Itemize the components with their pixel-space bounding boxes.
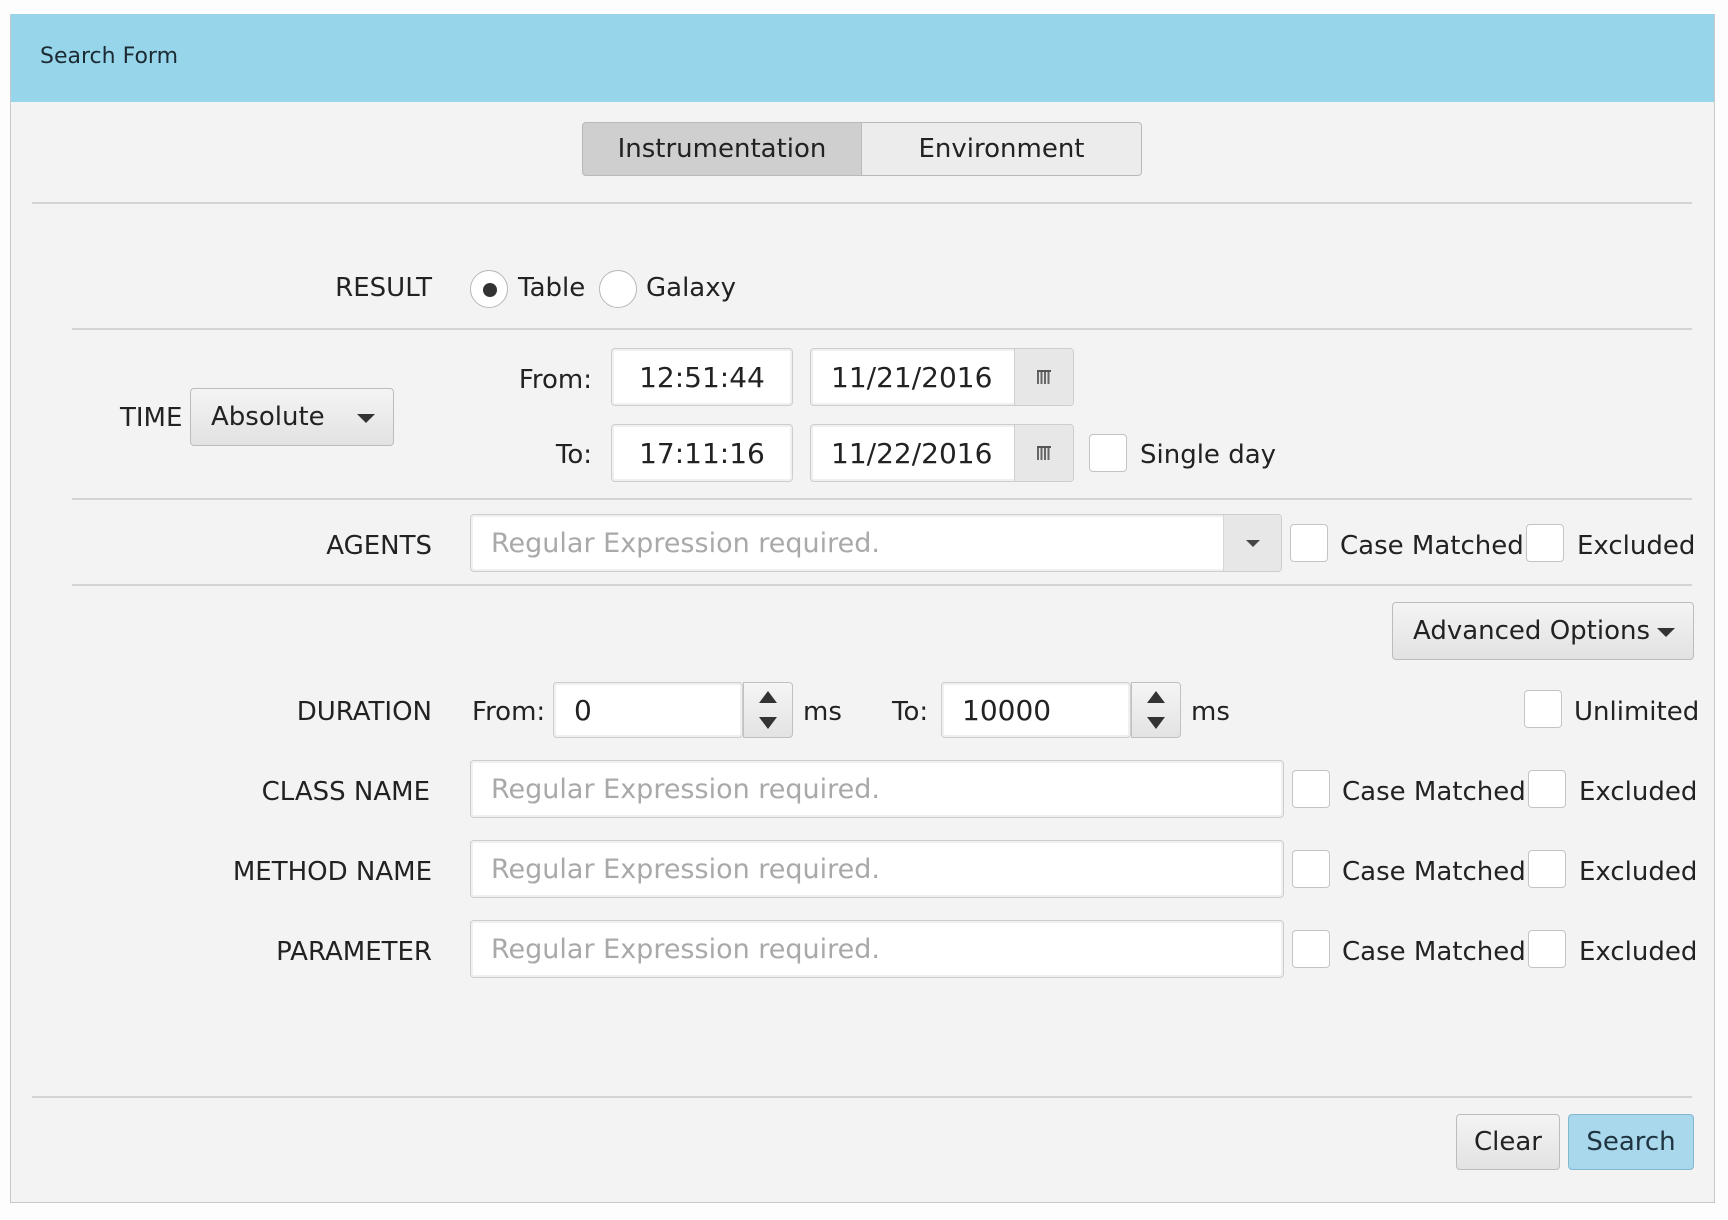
parameter-input[interactable]: Regular Expression required.	[470, 920, 1284, 978]
class-name-case-matched-checkbox[interactable]	[1292, 770, 1330, 808]
arrow-up-icon[interactable]	[1147, 691, 1165, 703]
calendar-button[interactable]	[1014, 349, 1073, 405]
agents-case-matched-checkbox[interactable]	[1290, 524, 1328, 562]
method-name-excluded-label: Excluded	[1579, 857, 1698, 887]
time-to-label: To:	[555, 440, 592, 470]
method-name-excluded-checkbox[interactable]	[1528, 850, 1566, 888]
radio-selected-dot	[483, 283, 497, 297]
advanced-options-label: Advanced Options	[1413, 616, 1651, 646]
class-name-excluded-label: Excluded	[1579, 777, 1698, 807]
radio-galaxy-label: Galaxy	[646, 273, 737, 303]
result-label: RESULT	[335, 273, 432, 303]
to-date-picker[interactable]: 11/22/2016	[810, 424, 1074, 482]
title-bar	[11, 14, 1714, 102]
parameter-excluded-label: Excluded	[1579, 937, 1698, 967]
parameter-excluded-checkbox[interactable]	[1528, 930, 1566, 968]
duration-to-unit: ms	[1191, 697, 1230, 727]
tab-instrumentation[interactable]: Instrumentation	[582, 122, 862, 176]
class-name-case-matched-label: Case Matched	[1342, 777, 1526, 807]
unlimited-checkbox[interactable]	[1524, 690, 1562, 728]
tabs-divider	[32, 202, 1692, 204]
chevron-down-icon	[1246, 540, 1260, 547]
single-day-label: Single day	[1140, 440, 1277, 470]
agents-placeholder: Regular Expression required.	[491, 527, 880, 559]
duration-to-label: To:	[892, 697, 929, 727]
calendar-icon	[1037, 446, 1051, 460]
chevron-down-icon	[1657, 628, 1675, 637]
advanced-options-button[interactable]: Advanced Options	[1392, 602, 1694, 660]
duration-from-unit: ms	[803, 697, 842, 727]
radio-galaxy[interactable]	[599, 270, 637, 308]
duration-to-input[interactable]: 10000	[941, 682, 1131, 738]
calendar-button[interactable]	[1014, 425, 1073, 481]
method-name-input[interactable]: Regular Expression required.	[470, 840, 1284, 898]
class-name-excluded-checkbox[interactable]	[1528, 770, 1566, 808]
parameter-label: PARAMETER	[276, 937, 432, 967]
duration-from-stepper[interactable]	[743, 682, 793, 738]
footer-divider	[32, 1096, 1692, 1098]
chevron-down-icon	[357, 414, 375, 423]
search-button[interactable]: Search	[1568, 1114, 1694, 1170]
from-time-input[interactable]: 12:51:44	[611, 348, 793, 406]
duration-label: DURATION	[296, 697, 432, 727]
method-name-case-matched-label: Case Matched	[1342, 857, 1526, 887]
from-date-value: 11/21/2016	[831, 360, 993, 394]
parameter-case-matched-label: Case Matched	[1342, 937, 1526, 967]
time-label: TIME	[120, 403, 183, 433]
divider	[72, 328, 1692, 330]
class-name-label: CLASS NAME	[261, 777, 430, 807]
arrow-down-icon[interactable]	[1147, 717, 1165, 729]
duration-from-label: From:	[472, 697, 546, 727]
calendar-icon	[1037, 370, 1051, 384]
agents-combobox[interactable]: Regular Expression required.	[470, 514, 1282, 572]
class-name-input[interactable]: Regular Expression required.	[470, 760, 1284, 818]
arrow-up-icon[interactable]	[759, 691, 777, 703]
time-from-label: From:	[518, 365, 592, 395]
single-day-checkbox[interactable]	[1089, 434, 1127, 472]
unlimited-label: Unlimited	[1574, 697, 1700, 727]
divider	[72, 584, 1692, 586]
to-date-value: 11/22/2016	[831, 436, 993, 470]
clear-button[interactable]: Clear	[1456, 1114, 1560, 1170]
radio-table[interactable]	[470, 270, 508, 308]
arrow-down-icon[interactable]	[759, 717, 777, 729]
duration-to-stepper[interactable]	[1131, 682, 1181, 738]
time-mode-dropdown[interactable]: Absolute	[190, 388, 394, 446]
agents-label: AGENTS	[326, 531, 432, 561]
to-time-input[interactable]: 17:11:16	[611, 424, 793, 482]
agents-excluded-label: Excluded	[1577, 531, 1696, 561]
parameter-case-matched-checkbox[interactable]	[1292, 930, 1330, 968]
method-name-label: METHOD NAME	[232, 857, 432, 887]
divider	[72, 498, 1692, 500]
window-title: Search Form	[40, 44, 178, 69]
time-mode-value: Absolute	[211, 402, 325, 432]
duration-from-input[interactable]: 0	[553, 682, 743, 738]
tab-environment[interactable]: Environment	[862, 122, 1142, 176]
radio-table-label: Table	[518, 273, 586, 303]
agents-excluded-checkbox[interactable]	[1526, 524, 1564, 562]
method-name-case-matched-checkbox[interactable]	[1292, 850, 1330, 888]
from-date-picker[interactable]: 11/21/2016	[810, 348, 1074, 406]
agents-dropdown-button[interactable]	[1223, 515, 1281, 571]
agents-case-matched-label: Case Matched	[1340, 531, 1524, 561]
